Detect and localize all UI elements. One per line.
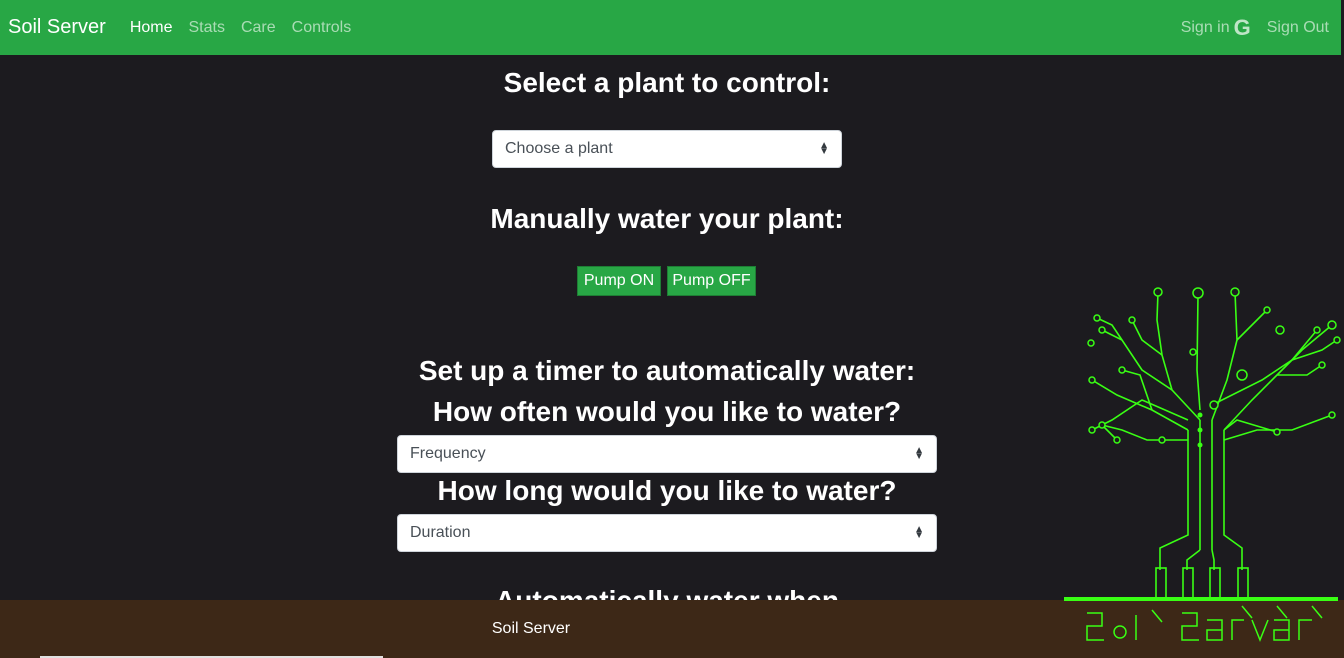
sign-in-link[interactable]: Sign in G (1181, 15, 1251, 41)
sign-out-link[interactable]: Sign Out (1267, 19, 1329, 37)
pump-off-button[interactable]: Pump OFF (667, 266, 756, 296)
google-icon: G (1233, 14, 1251, 40)
select-plant-heading: Select a plant to control: (503, 67, 831, 98)
pump-on-button[interactable]: Pump ON (577, 266, 661, 296)
footer: Soil Server (0, 600, 1062, 658)
select-caret-icon: ▲ ▼ (914, 524, 924, 541)
circuit-tree-logo (1062, 280, 1344, 658)
frequency-select[interactable]: Frequency ▲ ▼ (397, 435, 937, 473)
plant-select[interactable]: Choose a plant ▲ ▼ (492, 130, 842, 168)
brand-logo[interactable]: Soil Server (8, 16, 106, 39)
nav-link-home[interactable]: Home (130, 19, 173, 37)
select-caret-icon: ▲ ▼ (914, 445, 924, 462)
plant-select-value: Choose a plant (505, 140, 613, 157)
sign-in-label: Sign in (1180, 18, 1230, 36)
select-caret-icon: ▲ ▼ (819, 140, 829, 157)
duration-select-value: Duration (410, 524, 471, 541)
duration-select[interactable]: Duration ▲ ▼ (397, 514, 937, 552)
nav-auth: Sign in G Sign Out (1165, 0, 1329, 55)
frequency-select-value: Frequency (410, 445, 486, 462)
nav-link-stats[interactable]: Stats (189, 19, 225, 37)
nav-link-controls[interactable]: Controls (292, 19, 352, 37)
footer-text: Soil Server (491, 620, 571, 637)
manual-water-heading: Manually water your plant: (490, 203, 844, 234)
nav-link-care[interactable]: Care (241, 19, 276, 37)
navbar: Soil Server Home Stats Care Controls Sig… (0, 0, 1341, 55)
